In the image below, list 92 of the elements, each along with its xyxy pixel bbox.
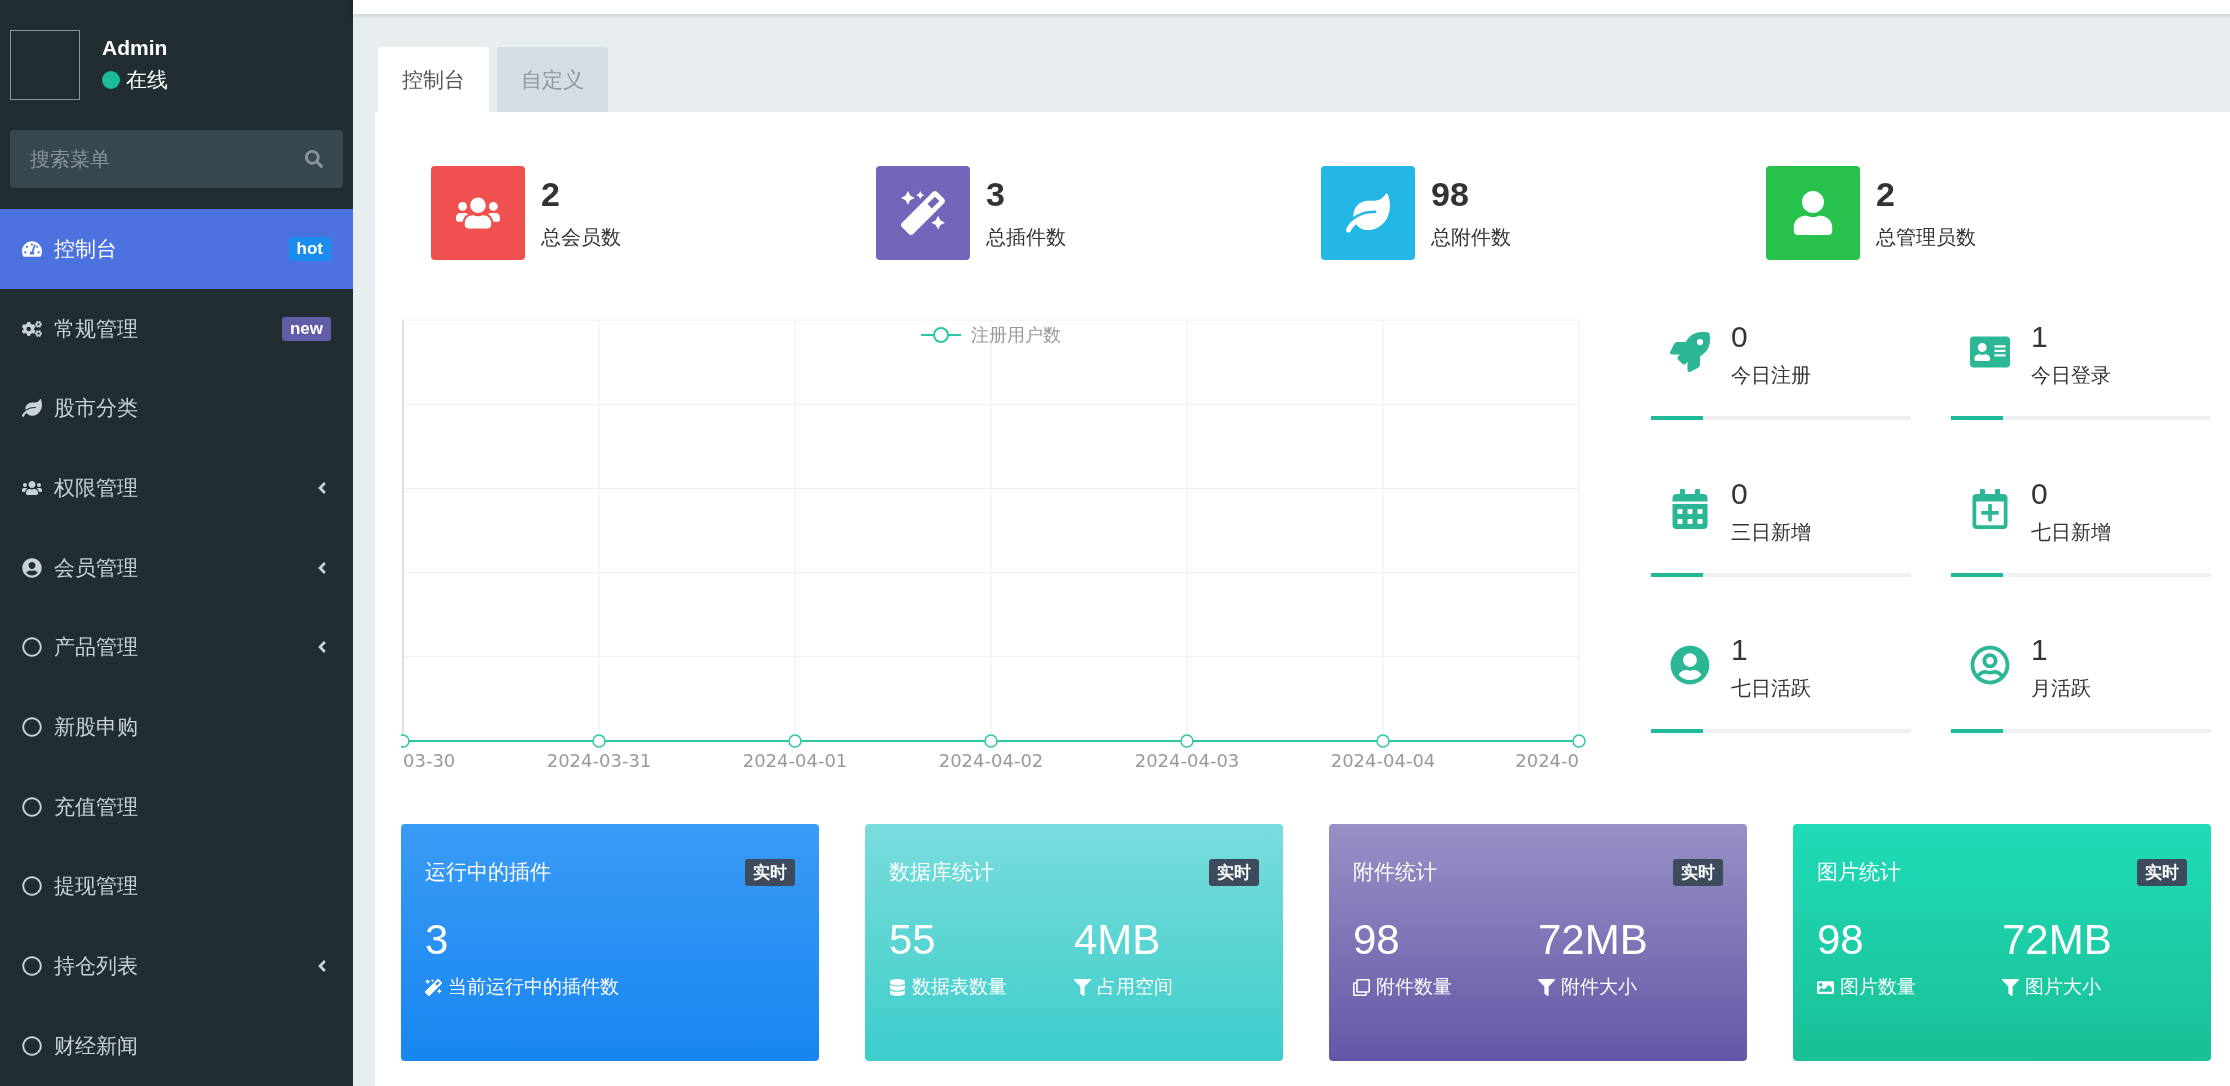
card-value: 98: [1817, 916, 1865, 964]
x-axis-label: 2024-0: [1515, 750, 1579, 771]
quick-stat-label: 今日注册: [1731, 362, 1811, 389]
copy-icon: [1353, 978, 1370, 996]
card-label: 附件大小: [1561, 974, 1637, 999]
menu-item[interactable]: 控制台 hot: [0, 209, 353, 289]
card-badge: 实时: [2137, 858, 2187, 886]
menu-item[interactable]: 权限管理: [0, 448, 353, 528]
menu-item[interactable]: 提现管理: [0, 846, 353, 927]
x-axis-label: 2024-04-03: [1134, 750, 1240, 771]
calendar-icon: [1670, 488, 1710, 529]
data-point: [788, 734, 802, 748]
data-point: [592, 734, 606, 748]
x-axis-label: 2024-04-02: [938, 750, 1044, 771]
quick-stat-label: 三日新增: [1731, 518, 1811, 546]
magic-wand-icon: [901, 191, 945, 235]
database-icon: [889, 978, 906, 996]
menu-item[interactable]: 常规管理 new: [0, 288, 353, 369]
dashboard-icon: [22, 238, 42, 259]
card-label: 占用空间: [1097, 974, 1173, 999]
card-value: 72MB: [2002, 916, 2113, 964]
quick-stat-value: 0: [1731, 476, 1749, 511]
legend: 注册用户数: [920, 324, 1061, 345]
user-icon: [1791, 191, 1835, 235]
card-badge: 实时: [1209, 858, 1259, 886]
menu-badge: new: [281, 316, 331, 341]
card-value: 55: [889, 916, 937, 964]
card-label: 图片大小: [2025, 974, 2101, 999]
card-label: 当前运行中的插件数: [448, 974, 619, 999]
card-title: 附件统计: [1353, 859, 1437, 886]
leaf-icon: [22, 398, 42, 419]
x-axis-label: 2024-04-01: [742, 750, 848, 771]
leaf-icon: [1346, 191, 1390, 235]
card-label: 图片数量: [1840, 974, 1916, 999]
image-icon: [1817, 978, 1834, 996]
tab[interactable]: 控制台: [378, 47, 489, 112]
stat-value: 3: [986, 175, 1006, 214]
quick-stat-label: 七日新增: [2031, 518, 2111, 546]
card-value: 4MB: [1074, 916, 1162, 964]
gears-icon: [22, 318, 42, 339]
quick-stat-value: 1: [2031, 633, 2049, 668]
x-axis-label: 2024-03-31: [546, 750, 652, 771]
card-label: 附件数量: [1376, 974, 1452, 999]
menu-item[interactable]: 股市分类: [0, 368, 353, 449]
user-name: Admin: [102, 36, 168, 60]
card-badge: 实时: [1673, 858, 1723, 886]
search-icon[interactable]: [305, 150, 323, 168]
stat-value: 2: [1876, 175, 1896, 214]
stat-label: 总会员数: [541, 224, 621, 251]
card-value: 72MB: [1538, 916, 1649, 964]
menu-item[interactable]: 产品管理: [0, 607, 353, 688]
stat-label: 总附件数: [1431, 224, 1511, 251]
stat-label: 总管理员数: [1876, 224, 1976, 251]
filter-icon: [1074, 978, 1091, 996]
data-point: [401, 734, 410, 748]
stat-label: 总插件数: [986, 224, 1066, 251]
quick-stat-value: 0: [2031, 476, 2049, 511]
quick-stat-value: 1: [1731, 633, 1749, 668]
x-axis-label: 2024-04-04: [1330, 750, 1436, 771]
status-text: 在线: [126, 67, 168, 94]
menu-item[interactable]: 会员管理: [0, 527, 353, 608]
avatar-placeholder: [10, 30, 80, 100]
rocket-icon: [1670, 332, 1710, 372]
quick-stat-label: 今日登录: [2031, 362, 2111, 389]
card-value: 98: [1353, 916, 1401, 964]
stat-value: 2: [541, 175, 561, 214]
search-field[interactable]: 搜索菜单: [10, 130, 343, 188]
quick-stat-value: 0: [1731, 320, 1749, 354]
calendar-plus-icon: [1970, 488, 2010, 529]
menu-item[interactable]: 持仓列表: [0, 926, 353, 1006]
card-title: 数据库统计: [889, 859, 994, 886]
x-axis-label: 03-30: [403, 750, 456, 771]
quick-stat-label: 七日活跃: [1731, 675, 1811, 703]
card-label: 数据表数量: [912, 974, 1007, 999]
card-value: 3: [425, 916, 450, 964]
data-point: [984, 734, 998, 748]
data-point: [1180, 734, 1194, 748]
menu-item[interactable]: 充值管理: [0, 766, 353, 847]
filter-icon: [2002, 978, 2019, 996]
card-title: 图片统计: [1817, 859, 1901, 886]
data-point: [1376, 734, 1390, 748]
card-badge: 实时: [745, 858, 795, 886]
stat-value: 98: [1431, 175, 1470, 214]
quick-stat-label: 月活跃: [2031, 675, 2091, 703]
menu-badge: hot: [288, 236, 331, 261]
menu-item[interactable]: 财经新闻: [0, 1005, 353, 1086]
quick-stat-value: 1: [2031, 320, 2049, 354]
card-title: 运行中的插件: [425, 859, 551, 886]
data-point: [1572, 734, 1586, 748]
filter-icon: [1538, 978, 1555, 996]
magic-wand-icon: [425, 978, 442, 996]
menu-item[interactable]: 新股申购: [0, 687, 353, 767]
